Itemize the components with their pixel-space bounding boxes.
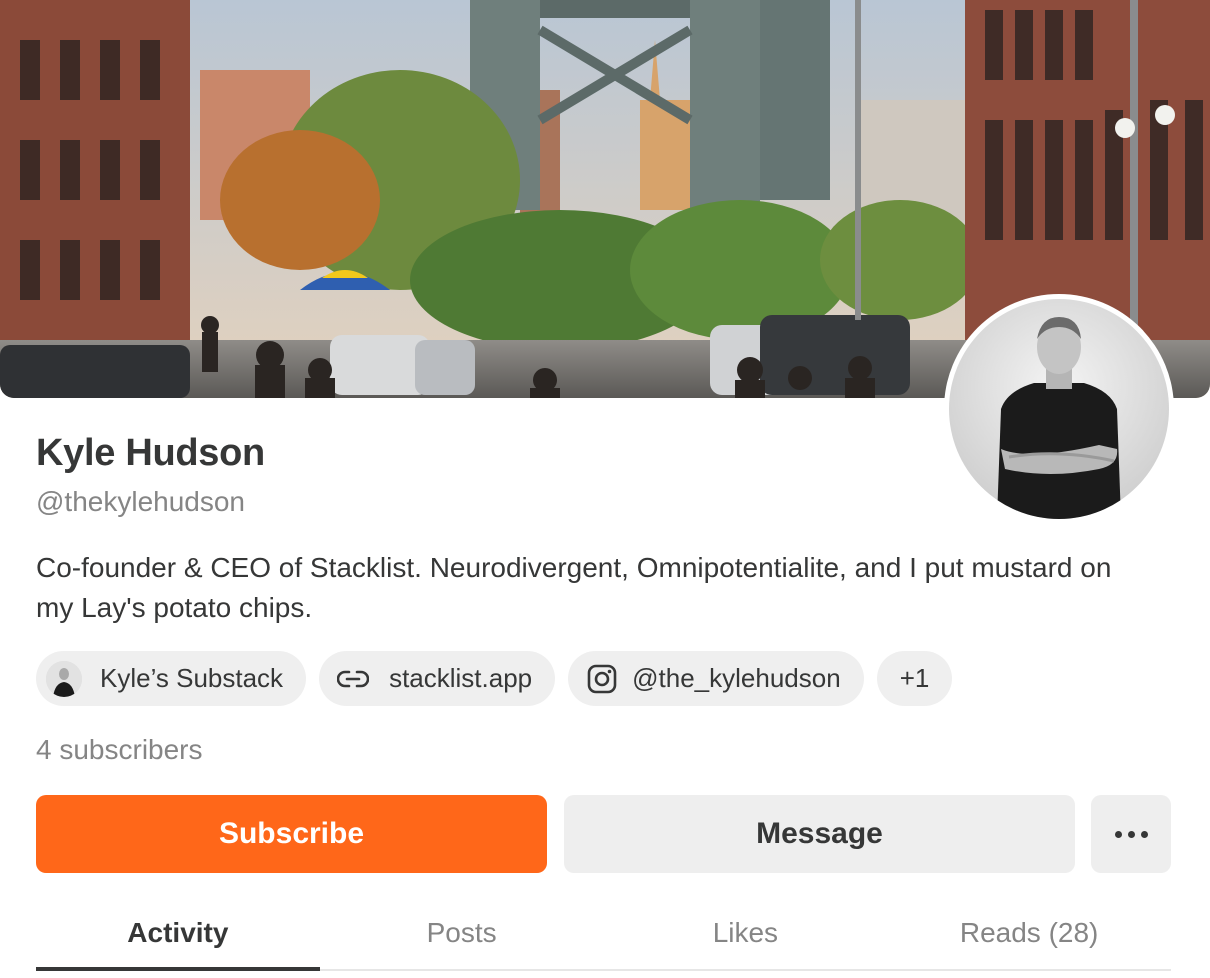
ellipsis-icon [1114,830,1148,838]
profile-links: Kyle’s Substack stacklist.app @the_kyleh… [36,651,953,706]
subscriber-count: 4 subscribers [36,734,203,765]
instagram-icon [584,661,620,697]
tab-reads[interactable]: Reads (28) [887,905,1171,969]
website-link-label: stacklist.app [389,663,533,693]
more-links-chip[interactable]: +1 [876,651,953,706]
substack-avatar [46,660,82,697]
message-button[interactable]: Message [564,795,1075,873]
more-links-count: +1 [899,663,930,693]
profile-photo [949,299,1169,519]
subscribe-button[interactable]: Subscribe [36,795,547,873]
substack-link-chip[interactable]: Kyle’s Substack [36,651,307,706]
tab-posts[interactable]: Posts [320,905,604,969]
profile-name: Kyle Hudson [36,432,265,474]
message-button-label: Message [756,817,883,850]
profile-bio: Co-founder & CEO of Stacklist. Neurodive… [36,552,1112,623]
more-options-button[interactable] [1091,795,1171,873]
subscribe-button-label: Subscribe [218,817,365,850]
website-link-chip[interactable]: stacklist.app [319,651,556,706]
link-icon [335,661,371,697]
tab-activity[interactable]: Activity [36,905,320,971]
profile-tabs: Activity Posts Likes Reads (28) [36,905,1171,971]
substack-link-label: Kyle’s Substack [100,663,284,693]
tab-likes[interactable]: Likes [604,905,888,969]
instagram-link-chip[interactable]: @the_kylehudson [568,651,864,706]
profile-handle: @thekylehudson [36,486,246,517]
profile-avatar[interactable] [944,294,1174,524]
instagram-link-label: @the_kylehudson [632,663,841,693]
